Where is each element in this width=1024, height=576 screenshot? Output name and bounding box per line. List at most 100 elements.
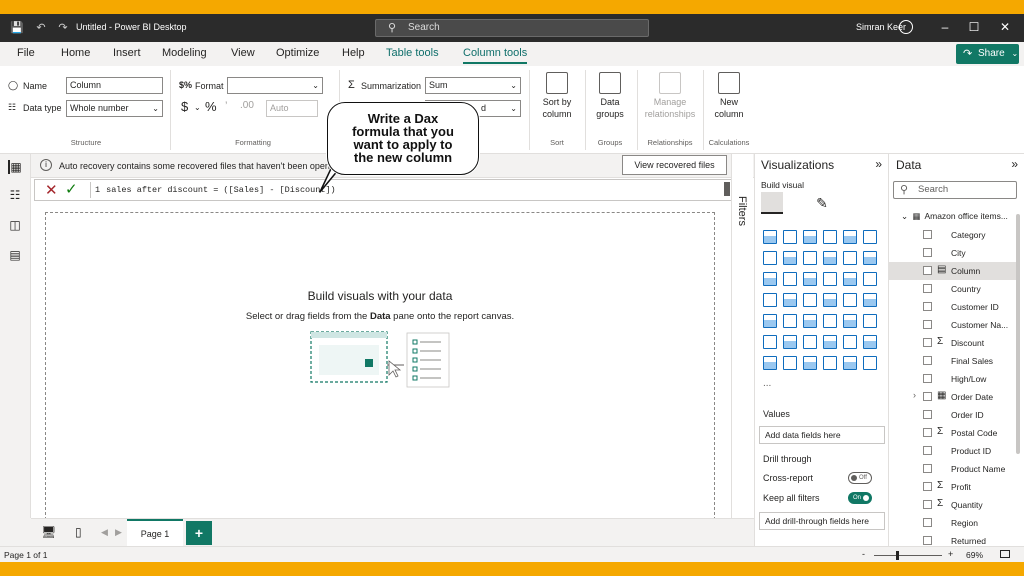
field-item[interactable]: Country [889, 280, 1017, 298]
chevron-down-icon[interactable]: ⌄ [194, 103, 201, 112]
field-checkbox[interactable] [923, 500, 932, 509]
page-tab[interactable]: Page 1 [127, 519, 183, 547]
menu-optimize[interactable]: Optimize [276, 47, 319, 59]
data-groups-button[interactable]: Data groups [590, 72, 630, 120]
field-checkbox[interactable] [923, 482, 932, 491]
visual-type-icon[interactable] [803, 251, 817, 265]
desktop-layout-icon[interactable]: 🖥 [41, 525, 56, 539]
visual-type-icon[interactable] [803, 314, 817, 328]
summarization-select[interactable]: Sum ⌄ [425, 77, 521, 94]
menu-modeling[interactable]: Modeling [162, 47, 207, 59]
visual-type-icon[interactable] [863, 314, 877, 328]
fit-to-page-icon[interactable] [1000, 550, 1010, 558]
decimal-icon[interactable]: .00 [240, 100, 254, 111]
visual-type-icon[interactable] [763, 230, 777, 244]
field-checkbox[interactable] [923, 374, 932, 383]
field-checkbox[interactable] [923, 446, 932, 455]
visual-type-icon[interactable] [783, 251, 797, 265]
collapse-icon[interactable]: » [1011, 157, 1018, 171]
menu-view[interactable]: View [231, 47, 255, 59]
view-recovered-files-button[interactable]: View recovered files [622, 155, 727, 175]
more-visuals-button[interactable]: ... [763, 378, 771, 389]
sort-by-column-button[interactable]: Sort by column [536, 72, 578, 120]
decimal-places-input[interactable]: Auto [266, 100, 318, 117]
prev-page-icon[interactable]: ◀ [101, 527, 108, 538]
menu-insert[interactable]: Insert [113, 47, 141, 59]
mobile-layout-icon[interactable]: ▯ [75, 525, 82, 539]
field-checkbox[interactable] [923, 302, 932, 311]
field-item[interactable]: Order ID [889, 406, 1017, 424]
tab-table-tools[interactable]: Table tools [386, 47, 439, 59]
menu-file[interactable]: File [17, 47, 35, 59]
field-item[interactable]: Σ Postal Code [889, 424, 1017, 442]
visual-type-icon[interactable] [863, 251, 877, 265]
field-checkbox[interactable] [923, 536, 932, 545]
field-item[interactable]: › ▦ Order Date [889, 388, 1017, 406]
field-item[interactable]: Product Name [889, 460, 1017, 478]
visual-type-icon[interactable] [783, 335, 797, 349]
field-item[interactable]: Category [889, 226, 1017, 244]
share-button[interactable]: ↷ Share ⌄ [956, 44, 1019, 64]
field-item[interactable]: Σ Quantity [889, 496, 1017, 514]
manage-relationships-button[interactable]: Manage relationships [640, 72, 700, 120]
field-checkbox[interactable] [923, 266, 932, 275]
cross-report-toggle[interactable]: Off [848, 472, 872, 484]
field-checkbox[interactable] [923, 230, 932, 239]
format-select[interactable]: ⌄ [227, 77, 323, 94]
field-checkbox[interactable] [923, 284, 932, 293]
zoom-in-button[interactable]: + [948, 549, 953, 559]
visual-type-icon[interactable] [843, 356, 857, 370]
field-checkbox[interactable] [923, 338, 932, 347]
visual-type-icon[interactable] [763, 314, 777, 328]
visual-type-icon[interactable] [783, 314, 797, 328]
model-view-icon[interactable]: ◫ [8, 218, 22, 232]
data-search-input[interactable]: ⚲ Search [893, 181, 1017, 199]
visual-type-icon[interactable] [783, 293, 797, 307]
visual-type-icon[interactable] [863, 272, 877, 286]
field-item[interactable]: ▤ Column [889, 262, 1017, 280]
menu-help[interactable]: Help [342, 47, 365, 59]
field-checkbox[interactable] [923, 464, 932, 473]
visual-type-icon[interactable] [843, 272, 857, 286]
values-drop-zone[interactable]: Add data fields here [759, 426, 885, 444]
collapse-icon[interactable]: » [875, 157, 882, 171]
visual-type-icon[interactable] [823, 251, 837, 265]
new-column-button[interactable]: New column [708, 72, 750, 120]
minimize-icon[interactable]: – [938, 20, 952, 34]
drill-through-drop-zone[interactable]: Add drill-through fields here [759, 512, 885, 530]
field-item[interactable]: City [889, 244, 1017, 262]
visual-type-icon[interactable] [803, 293, 817, 307]
visual-type-icon[interactable] [763, 293, 777, 307]
percent-button[interactable]: % [205, 99, 217, 114]
report-canvas[interactable]: Build visuals with your data Select or d… [45, 212, 715, 525]
format-visual-icon[interactable]: ✎ [813, 194, 831, 212]
next-page-icon[interactable]: ▶ [115, 527, 122, 538]
visual-type-icon[interactable] [783, 272, 797, 286]
zoom-slider-track[interactable] [874, 555, 942, 556]
datatype-select[interactable]: Whole number ⌄ [66, 100, 163, 117]
field-item[interactable]: Final Sales [889, 352, 1017, 370]
comma-icon[interactable]: ’ [225, 100, 227, 112]
field-item[interactable]: Σ Profit [889, 478, 1017, 496]
visual-type-icon[interactable] [863, 230, 877, 244]
visual-type-icon[interactable] [823, 230, 837, 244]
scroll-thumb[interactable] [724, 182, 730, 196]
field-item[interactable]: High/Low [889, 370, 1017, 388]
add-page-button[interactable]: + [186, 521, 212, 545]
field-checkbox[interactable] [923, 428, 932, 437]
zoom-slider-thumb[interactable] [896, 551, 899, 560]
table-node[interactable]: ⌄ ▦ Amazon office items... [901, 211, 1008, 222]
visual-type-icon[interactable] [763, 251, 777, 265]
tab-column-tools[interactable]: Column tools [463, 47, 528, 64]
visual-type-icon[interactable] [823, 356, 837, 370]
visual-type-icon[interactable] [803, 272, 817, 286]
field-item[interactable]: Σ Discount [889, 334, 1017, 352]
filters-pane-collapsed[interactable]: Filters [731, 154, 753, 518]
avatar[interactable] [899, 20, 913, 34]
visual-type-icon[interactable] [863, 356, 877, 370]
field-checkbox[interactable] [923, 248, 932, 257]
save-icon[interactable]: 💾 [10, 21, 24, 35]
visual-type-icon[interactable] [823, 314, 837, 328]
visual-type-icon[interactable] [823, 335, 837, 349]
visual-type-icon[interactable] [843, 293, 857, 307]
